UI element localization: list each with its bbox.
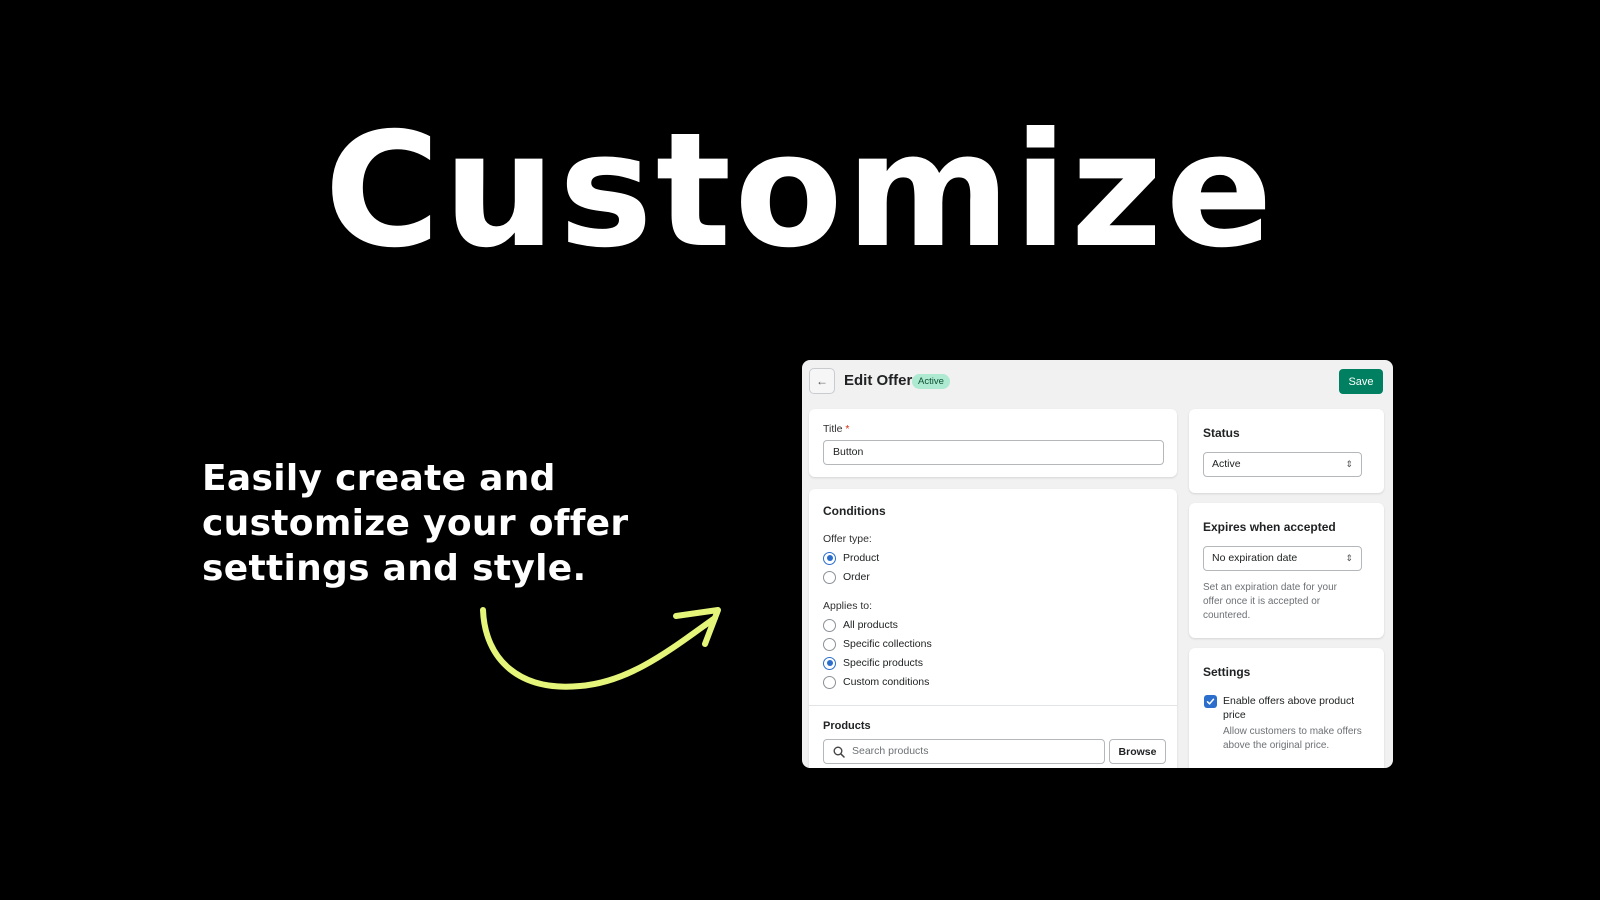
radio-label: Custom conditions <box>843 676 930 688</box>
browse-button[interactable]: Browse <box>1109 739 1166 764</box>
conditions-heading: Conditions <box>823 504 886 518</box>
curved-arrow-icon <box>480 607 721 690</box>
radio-all-products[interactable]: All products <box>823 617 898 633</box>
expires-heading: Expires when accepted <box>1203 520 1336 534</box>
arrow-left-icon: ← <box>816 374 828 388</box>
checkbox-help-text: Allow customers to make offers above the… <box>1223 726 1362 751</box>
radio-button[interactable] <box>823 637 836 651</box>
checkmark-icon <box>1206 698 1215 705</box>
select-arrows-icon: ⇕ <box>1345 553 1353 563</box>
radio-button[interactable] <box>823 675 836 689</box>
headline: Customize <box>324 99 1276 283</box>
status-select[interactable]: Active ⇕ <box>1203 452 1362 477</box>
edit-offer-panel: ← Edit Offer Active Save Title * Button … <box>802 360 1393 768</box>
radio-label: Specific collections <box>843 638 932 650</box>
status-badge: Active <box>912 374 950 389</box>
checkbox-label: Enable offers above product price <box>1223 695 1355 721</box>
title-label-text: Title <box>823 423 843 435</box>
back-button[interactable]: ← <box>809 368 835 394</box>
products-heading: Products <box>823 720 871 732</box>
settings-heading: Settings <box>1203 665 1251 679</box>
title-card: Title * Button <box>809 409 1177 477</box>
radio-specific-collections[interactable]: Specific collections <box>823 636 932 652</box>
page-header: ← Edit Offer Active Save <box>802 360 1393 408</box>
title-label: Title * <box>823 423 849 435</box>
status-card: Status Active ⇕ <box>1189 409 1384 493</box>
radio-label: Specific products <box>843 657 923 669</box>
radio-offer-type-order[interactable]: Order <box>823 569 870 585</box>
expiration-select[interactable]: No expiration date ⇕ <box>1203 546 1362 571</box>
title-input[interactable]: Button <box>823 440 1164 465</box>
search-placeholder: Search products <box>852 745 929 757</box>
status-select-value: Active <box>1212 458 1241 470</box>
select-arrows-icon: ⇕ <box>1345 459 1353 469</box>
radio-button[interactable] <box>823 618 836 632</box>
radio-button[interactable] <box>823 551 836 565</box>
expires-help-text: Set an expiration date for your offer on… <box>1203 582 1337 621</box>
conditions-card: Conditions Offer type: Product Order App… <box>809 489 1177 768</box>
applies-to-label: Applies to: <box>823 600 873 612</box>
settings-card: Settings Enable offers above product pri… <box>1189 648 1384 768</box>
radio-button[interactable] <box>823 656 836 670</box>
radio-label: Order <box>843 571 870 583</box>
expiration-select-value: No expiration date <box>1212 552 1298 564</box>
radio-label: Product <box>843 552 880 564</box>
subtext: Easily create and customize your offer s… <box>202 458 629 589</box>
radio-button[interactable] <box>823 570 836 584</box>
search-products-input[interactable]: Search products <box>823 739 1105 764</box>
radio-custom-conditions[interactable]: Custom conditions <box>823 674 929 690</box>
radio-offer-type-product[interactable]: Product <box>823 550 879 566</box>
search-icon <box>833 746 845 758</box>
radio-specific-products[interactable]: Specific products <box>823 655 923 671</box>
offer-type-label: Offer type: <box>823 533 872 545</box>
save-button[interactable]: Save <box>1339 369 1383 394</box>
expires-card: Expires when accepted No expiration date… <box>1189 503 1384 638</box>
required-mark: * <box>845 423 850 435</box>
page-title: Edit Offer <box>844 372 913 389</box>
radio-label: All products <box>843 619 898 631</box>
status-heading: Status <box>1203 426 1240 440</box>
arrow-shaft <box>480 607 718 690</box>
divider <box>809 705 1177 706</box>
enable-offers-above-price-checkbox[interactable] <box>1204 695 1217 708</box>
